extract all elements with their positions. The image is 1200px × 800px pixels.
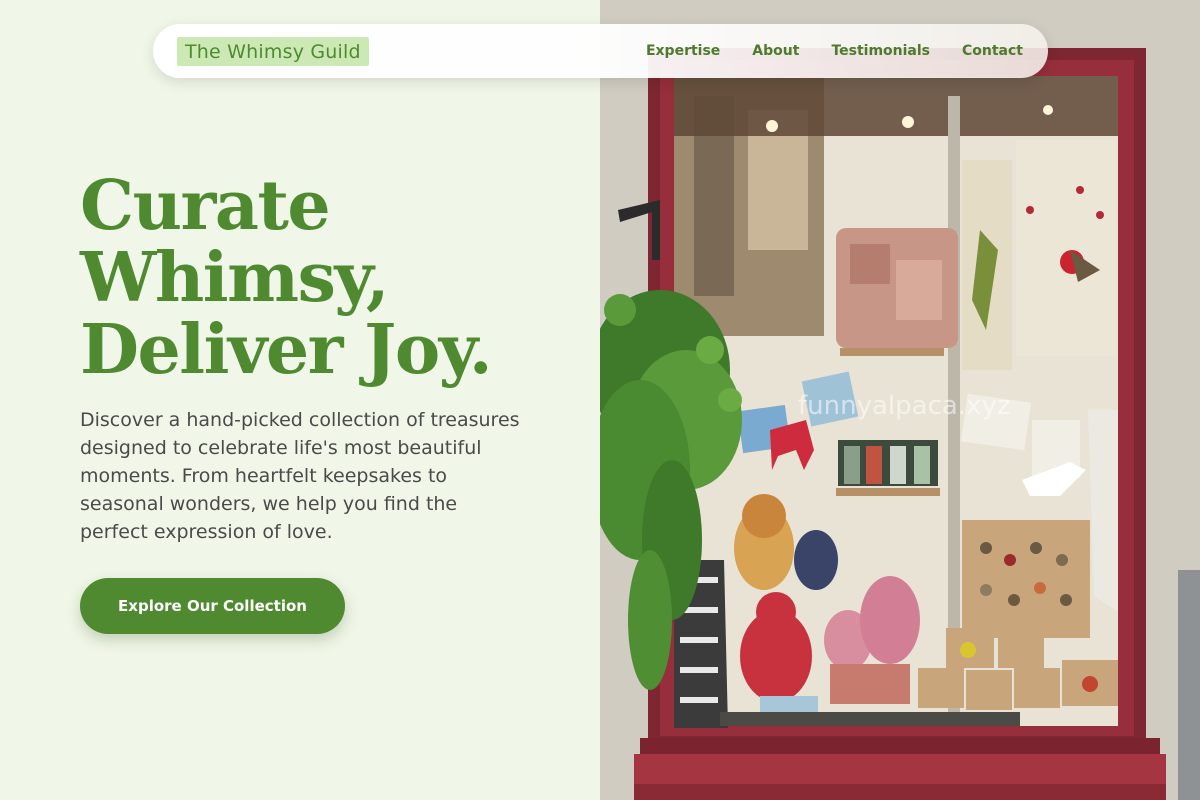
top-navbar: The Whimsy Guild Expertise About Testimo… <box>153 24 1048 78</box>
nav-links: Expertise About Testimonials Contact <box>646 43 1023 59</box>
hero-title-line-3: Deliver Joy. <box>80 310 493 390</box>
hero-left-panel <box>0 0 600 800</box>
brand-logo[interactable]: The Whimsy Guild <box>177 36 369 66</box>
nav-link-about[interactable]: About <box>752 43 799 59</box>
nav-link-expertise[interactable]: Expertise <box>646 43 720 59</box>
hero-description: Discover a hand-picked collection of tre… <box>80 409 520 543</box>
nav-link-testimonials[interactable]: Testimonials <box>831 43 930 59</box>
explore-collection-button[interactable]: Explore Our Collection <box>80 578 345 634</box>
hero-title: Curate Whimsy, Deliver Joy. <box>80 170 580 386</box>
photo-watermark: funnyalpaca.xyz <box>798 391 1010 421</box>
hero-photo: funnyalpaca.xyz <box>600 0 1200 800</box>
shop-window-illustration: funnyalpaca.xyz <box>600 0 1200 800</box>
hero-title-line-2: Whimsy, <box>80 238 390 318</box>
nav-link-contact[interactable]: Contact <box>962 43 1023 59</box>
hero-title-line-1: Curate <box>80 166 331 246</box>
